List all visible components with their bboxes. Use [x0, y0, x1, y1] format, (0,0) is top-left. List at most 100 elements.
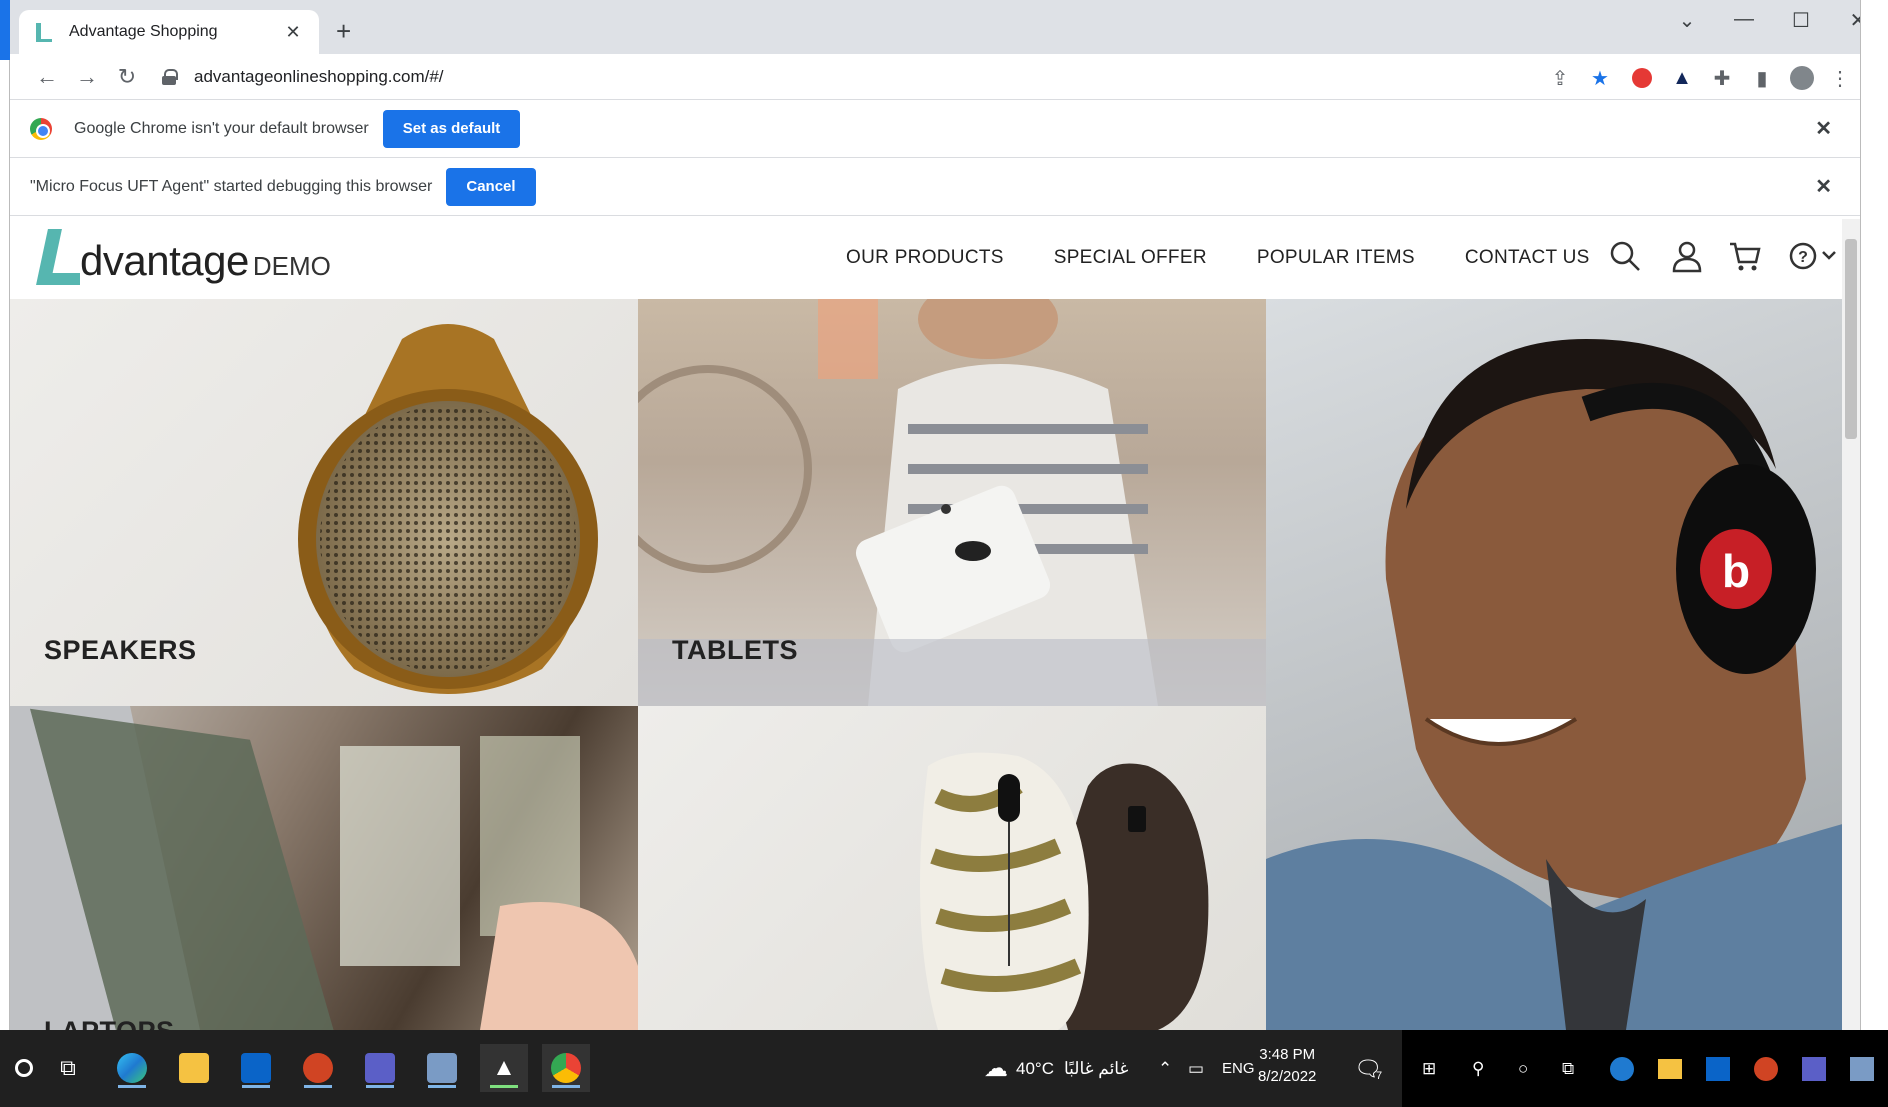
clock-time: 3:48 PM [1259, 1046, 1316, 1063]
speakers-label: SPEAKERS [44, 635, 197, 665]
background-window-right [1860, 0, 1888, 1030]
windows-taskbar: ⧉ ▲ ☁ 40°C غائم غالبًا ⌃ ▭ ENG 3:48 PM 8… [0, 1030, 1888, 1107]
uft-computer-icon[interactable] [418, 1044, 466, 1092]
extension-red-icon[interactable] [1628, 64, 1656, 92]
nav-our-products[interactable]: OUR PRODUCTS [846, 247, 1004, 269]
chrome-logo-icon [30, 117, 52, 140]
cortana-icon[interactable] [0, 1044, 48, 1092]
task-view-2-icon[interactable]: ⧉ [1562, 1030, 1574, 1107]
extension-uft-icon[interactable]: ▲ [1668, 64, 1696, 92]
chrome-menu-icon[interactable]: ⋮ [1826, 64, 1854, 92]
profile-avatar-icon[interactable] [1788, 64, 1816, 92]
teams-2-icon[interactable] [1802, 1030, 1826, 1107]
user-icon[interactable] [1670, 239, 1704, 273]
mice-image [920, 752, 1209, 1030]
tray-chevron-icon[interactable]: ⌃ [1158, 1030, 1172, 1107]
weather-desc: غائم غالبًا [1063, 1058, 1129, 1078]
computer-2-icon[interactable] [1850, 1030, 1874, 1107]
tablets-label: TABLETS [672, 635, 798, 665]
reload-icon[interactable]: ↻ [112, 64, 142, 90]
taskbar-clock[interactable]: 3:48 PM 8/2/2022 [1258, 1044, 1316, 1088]
background-window-left [0, 0, 10, 1030]
edge-icon[interactable] [108, 1044, 156, 1092]
cloudy-weather-icon: ☁ [984, 1055, 1008, 1082]
chrome-window: Advantage Shopping ✕ + ⌄ — ☐ ✕ ← → ↻ adv… [10, 0, 1860, 1030]
logo-text: dvantage [80, 237, 249, 284]
new-tab-button[interactable]: + [336, 16, 351, 47]
default-browser-infobar: Google Chrome isn't your default browser… [10, 100, 1860, 158]
nav-contact-us[interactable]: CONTACT US [1465, 247, 1590, 269]
minimize-icon[interactable]: — [1724, 8, 1764, 31]
powerpoint-icon[interactable] [294, 1044, 342, 1092]
outlook-2-icon[interactable] [1706, 1030, 1730, 1107]
help-dropdown-icon[interactable]: ? [1788, 239, 1840, 273]
tab-title: Advantage Shopping [69, 23, 218, 40]
maximize-icon[interactable]: ☐ [1781, 8, 1821, 33]
secondary-taskbar: ⊞ ⚲ ○ ⧉ [1402, 1030, 1888, 1107]
address-bar[interactable]: advantageonlineshopping.com/#/ [146, 59, 1746, 95]
forward-arrow-icon[interactable]: → [72, 64, 102, 90]
edge-2-icon[interactable] [1610, 1030, 1634, 1107]
advantage-logo[interactable]: dvantage DEMO [38, 229, 331, 285]
svg-text:?: ? [1798, 249, 1808, 266]
search-icon[interactable] [1608, 239, 1642, 273]
outlook-icon[interactable] [232, 1044, 280, 1092]
clock-date: 8/2/2022 [1258, 1068, 1317, 1085]
browser-toolbar: ← → ↻ advantageonlineshopping.com/#/ ⇪ ★… [10, 54, 1860, 100]
laptops-label: LAPTOPS [44, 1016, 175, 1030]
page-scrollbar[interactable] [1842, 219, 1860, 1030]
uft-agent-icon[interactable]: ▲ [480, 1044, 528, 1092]
logo-demo-text: DEMO [252, 251, 331, 281]
scrollbar-thumb[interactable] [1845, 239, 1857, 439]
url-text[interactable]: advantageonlineshopping.com/#/ [194, 67, 444, 87]
file-explorer-icon[interactable] [170, 1044, 218, 1092]
extensions-puzzle-icon[interactable]: ✚ [1708, 64, 1736, 92]
chrome-taskbar-icon[interactable] [542, 1044, 590, 1092]
start-windows-icon[interactable]: ⊞ [1422, 1030, 1436, 1107]
category-tablets-tile[interactable]: TABLETS [638, 299, 1266, 706]
bookmark-star-icon[interactable]: ★ [1586, 64, 1614, 92]
cancel-debugging-button[interactable]: Cancel [446, 167, 536, 206]
cortana-circle-icon[interactable]: ○ [1518, 1030, 1528, 1107]
close-infobar-icon[interactable]: ✕ [1815, 116, 1832, 141]
explorer-2-icon[interactable] [1658, 1030, 1682, 1107]
notification-center-icon[interactable]: 🗨 7 [1354, 1030, 1382, 1107]
nav-popular-items[interactable]: POPULAR ITEMS [1257, 247, 1415, 269]
main-nav: OUR PRODUCTS SPECIAL OFFER POPULAR ITEMS… [846, 247, 1590, 269]
taskbar-main: ⧉ ▲ ☁ 40°C غائم غالبًا ⌃ ▭ ENG 3:48 PM 8… [0, 1030, 1402, 1107]
window-close-icon[interactable]: ✕ [1838, 8, 1860, 33]
category-mice-tile[interactable] [638, 706, 1266, 1030]
task-view-icon[interactable]: ⧉ [44, 1044, 92, 1092]
category-laptops-tile[interactable]: LAPTOPS [10, 706, 638, 1030]
side-panel-icon[interactable]: ▮ [1748, 64, 1776, 92]
web-page: dvantage DEMO OUR PRODUCTS SPECIAL OFFER… [10, 219, 1860, 1030]
powerpoint-2-icon[interactable] [1754, 1030, 1778, 1107]
advantage-favicon-icon [36, 23, 52, 42]
cart-icon[interactable] [1728, 239, 1762, 273]
category-speakers-tile[interactable]: SPEAKERS [10, 299, 638, 706]
lock-icon[interactable] [162, 69, 178, 85]
share-icon[interactable]: ⇪ [1546, 64, 1574, 92]
taskbar-search-icon[interactable]: ⚲ [1472, 1030, 1484, 1107]
browser-tab[interactable]: Advantage Shopping ✕ [19, 10, 319, 54]
headphones-man-image: b [1266, 339, 1860, 1030]
set-as-default-button[interactable]: Set as default [382, 109, 521, 148]
back-arrow-icon[interactable]: ← [32, 64, 62, 90]
speaker-image [298, 324, 598, 694]
laptop-image [10, 706, 638, 1030]
svg-text:b: b [1722, 545, 1750, 597]
battery-icon[interactable]: ▭ [1188, 1030, 1204, 1107]
logo-a-mark-icon [38, 229, 80, 285]
close-debug-infobar-icon[interactable]: ✕ [1815, 174, 1832, 199]
debugging-infobar: "Micro Focus UFT Agent" started debuggin… [10, 158, 1860, 216]
nav-special-offer[interactable]: SPECIAL OFFER [1054, 247, 1207, 269]
category-headphones-tile[interactable]: b [1266, 299, 1860, 1030]
screen: Advantage Shopping ✕ + ⌄ — ☐ ✕ ← → ↻ adv… [0, 0, 1888, 1107]
notification-count: 7 [1375, 1069, 1383, 1082]
teams-icon[interactable] [356, 1044, 404, 1092]
tab-close-icon[interactable]: ✕ [281, 22, 305, 43]
tab-search-icon[interactable]: ⌄ [1667, 8, 1707, 33]
weather-widget[interactable]: ☁ 40°C غائم غالبًا [984, 1030, 1128, 1107]
language-indicator[interactable]: ENG [1222, 1030, 1255, 1107]
site-header: dvantage DEMO OUR PRODUCTS SPECIAL OFFER… [10, 219, 1860, 299]
